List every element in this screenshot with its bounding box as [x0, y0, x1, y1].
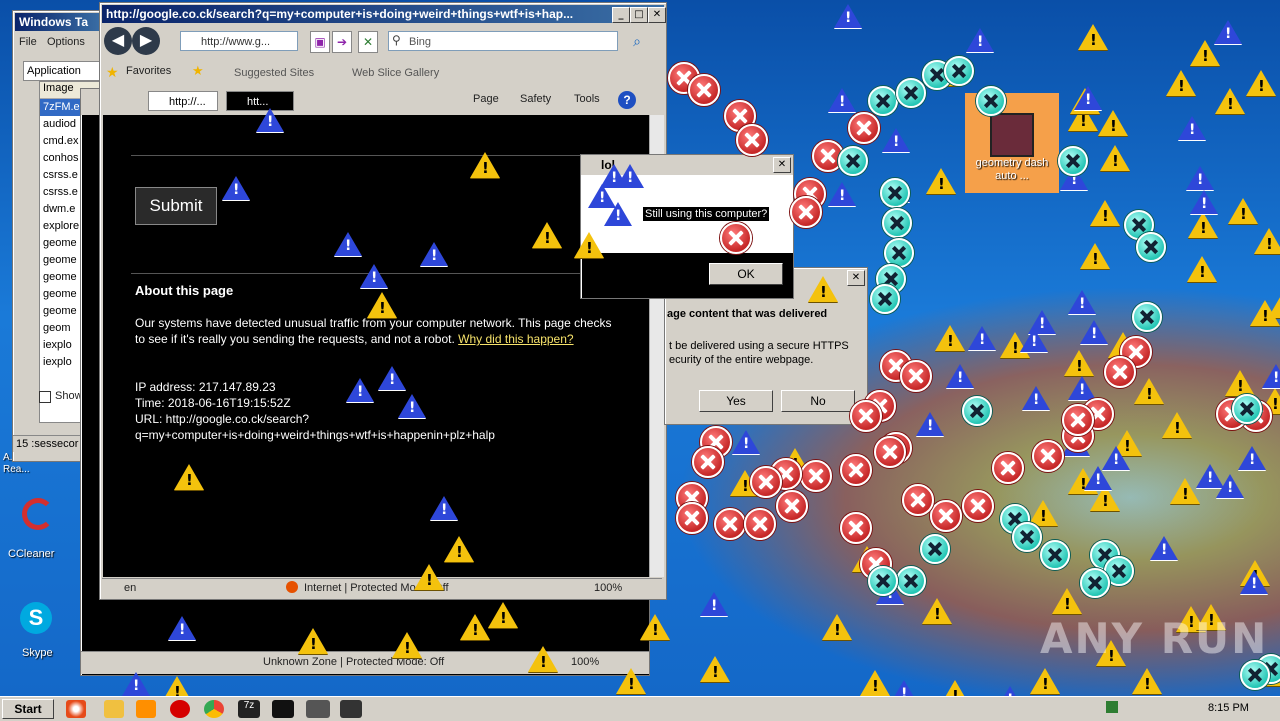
tray-icon[interactable]	[1106, 701, 1118, 713]
add-favorite-icon[interactable]: ★	[192, 63, 204, 79]
no-button[interactable]: No	[781, 390, 855, 412]
close-button[interactable]: ✕	[648, 7, 666, 23]
ccleaner-icon[interactable]	[18, 498, 60, 534]
tab-1[interactable]: http://...	[148, 91, 218, 111]
clock: 8:15 PM	[1208, 702, 1249, 714]
opera-icon[interactable]	[170, 700, 190, 718]
security-line-2: ecurity of the entire webpage.	[669, 354, 814, 366]
status-lang: en	[124, 582, 137, 594]
menu-safety[interactable]: Safety	[520, 93, 551, 105]
ie-back-statusbar: Unknown Zone | Protected Mode: Off 100%	[81, 651, 649, 674]
favorites-button[interactable]: Favorites	[126, 65, 171, 77]
lol-dialog[interactable]: lol ✕ Still using this computer? OK	[580, 154, 794, 299]
suggested-sites-link[interactable]: Suggested Sites	[234, 67, 314, 79]
tab-2-active[interactable]: htt...	[226, 91, 294, 111]
url-line-1: URL: http://google.co.ck/search?	[135, 412, 310, 426]
timestamp: Time: 2018-06-16T19:15:52Z	[135, 396, 291, 410]
web-slice-gallery-link[interactable]: Web Slice Gallery	[352, 67, 439, 79]
address-bar[interactable]: http://www.g...	[180, 31, 298, 51]
ie-front-window[interactable]: http://google.co.ck/search?q=my+computer…	[99, 2, 667, 600]
start-button[interactable]: Start	[2, 699, 54, 719]
show-checkbox-label: Show	[55, 390, 83, 402]
lol-close-button[interactable]: ✕	[773, 157, 791, 173]
search-input[interactable]: Bing	[388, 31, 618, 51]
ie-back-zone: Unknown Zone | Protected Mode: Off	[263, 656, 445, 668]
help-icon[interactable]: ?	[618, 91, 636, 109]
task-manager-title: Windows Ta	[15, 13, 101, 31]
cmd-icon[interactable]	[272, 700, 294, 718]
security-line-1: t be delivered using a secure HTTPS	[669, 340, 849, 352]
folder-icon[interactable]	[104, 700, 124, 718]
favorites-star-icon: ★	[106, 64, 119, 80]
lol-message: Still using this computer?	[643, 207, 770, 221]
minimize-button[interactable]: _	[612, 7, 630, 23]
security-heading: age content that was delivered	[667, 308, 828, 320]
menu-tools[interactable]: Tools	[574, 93, 600, 105]
ip-address: IP address: 217.147.89.23	[135, 380, 276, 394]
request-details: IP address: 217.147.89.23 Time: 2018-06-…	[135, 379, 495, 443]
ie-front-title: http://google.co.ck/search?q=my+computer…	[102, 5, 664, 23]
desktop-icon-label: geometry dash auto ...	[975, 157, 1049, 182]
maximize-button[interactable]: □	[630, 7, 648, 23]
media-player-icon[interactable]	[136, 700, 156, 718]
compat-icon[interactable]: ▣	[310, 31, 330, 53]
globe-icon	[286, 581, 298, 593]
lol-title: lol	[601, 158, 615, 172]
search-icon: ⚲	[392, 33, 401, 47]
ok-button[interactable]: OK	[709, 263, 783, 285]
stop-icon[interactable]: ✕	[358, 31, 378, 53]
about-heading: About this page	[135, 283, 234, 298]
skype-icon[interactable]: S	[20, 602, 52, 634]
tab-applications[interactable]: Application	[23, 61, 106, 81]
firefox-icon[interactable]	[66, 700, 86, 718]
security-close-button[interactable]: ✕	[847, 270, 865, 286]
status-zoom[interactable]: 100%	[594, 582, 622, 594]
lol-titlebar: lol ✕	[581, 155, 793, 175]
url-line-2: q=my+computer+is+doing+weird+things+wtf+…	[135, 428, 495, 442]
back-button[interactable]: ◀	[104, 27, 132, 55]
submit-button[interactable]: Submit	[135, 187, 217, 225]
menu-page[interactable]: Page	[473, 93, 499, 105]
forward-button[interactable]: ▶	[132, 27, 160, 55]
menu-options[interactable]: Options	[47, 36, 85, 48]
app-icon	[990, 113, 1034, 157]
ie-back-zoom[interactable]: 100%	[571, 656, 599, 668]
taskbar: Start 7z 8:15 PM	[0, 696, 1280, 721]
ie-front-statusbar: en Internet | Protected Mode: Off 100%	[102, 578, 662, 597]
status-zone: Internet | Protected Mode: Off	[304, 582, 449, 594]
shortcut-label-ccleaner: CCleaner	[8, 548, 55, 560]
chrome-icon[interactable]	[204, 700, 224, 718]
shortcut-label-skype: Skype	[22, 647, 53, 659]
why-link[interactable]: Why did this happen?	[458, 332, 573, 346]
search-go-icon[interactable]: ⌕	[628, 31, 646, 51]
task-icon-2[interactable]	[340, 700, 362, 718]
unusual-traffic-text: Our systems have detected unusual traffi…	[135, 316, 612, 346]
menu-file[interactable]: File	[19, 36, 37, 48]
go-icon[interactable]: ➔	[332, 31, 352, 53]
task-icon-1[interactable]	[306, 700, 330, 718]
show-all-checkbox[interactable]	[39, 391, 51, 403]
page-content: Submit About this page Our systems have …	[103, 115, 649, 577]
anyrun-watermark: ANY RUN	[1040, 614, 1269, 663]
yes-button[interactable]: Yes	[699, 390, 773, 412]
7zip-icon[interactable]: 7z	[238, 700, 260, 718]
desktop-icon-geometry-dash[interactable]: geometry dash auto ...	[965, 93, 1059, 193]
